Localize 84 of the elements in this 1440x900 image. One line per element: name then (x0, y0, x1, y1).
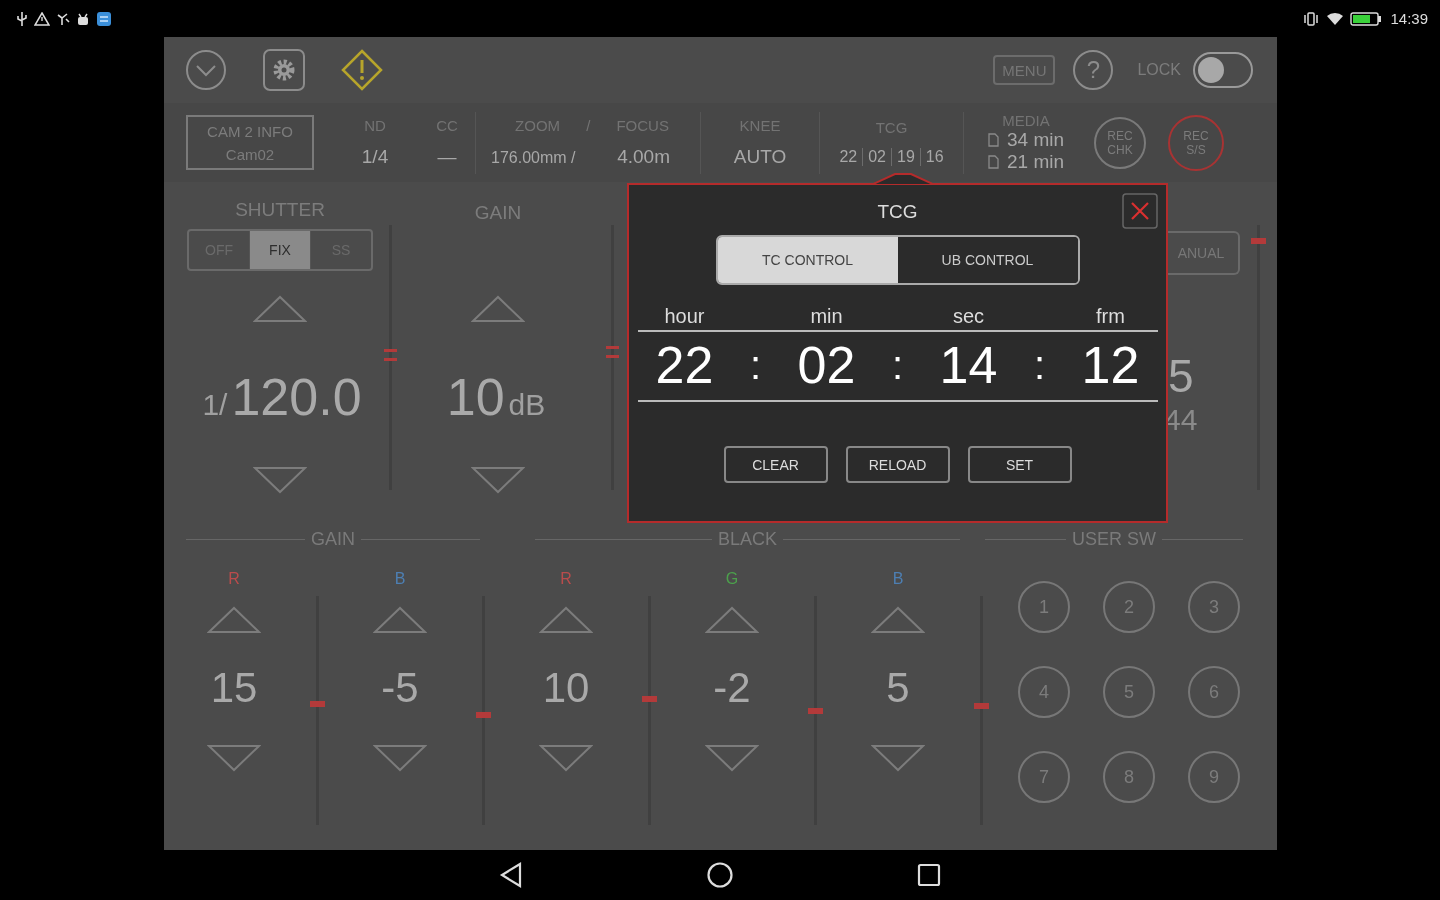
nd-value: 1/4 (361, 146, 389, 168)
channel-label: R (228, 570, 240, 588)
increase-button[interactable] (207, 606, 261, 634)
channel-label: B (892, 570, 904, 588)
shutter-mode-option[interactable]: FIX (249, 231, 310, 269)
channel-value: -5 (381, 664, 419, 712)
gain-value: 10 (446, 367, 505, 427)
decrease-button[interactable] (539, 744, 593, 772)
time-value[interactable]: 02 (780, 335, 873, 395)
focus-value: 4.00m (617, 146, 670, 168)
channel-value: -2 (713, 664, 751, 712)
battery-icon (1350, 11, 1383, 26)
slider-marker[interactable] (309, 700, 325, 707)
recents-button[interactable] (916, 862, 942, 888)
increase-button[interactable] (471, 295, 525, 323)
settings-button[interactable] (263, 49, 305, 91)
channel-label: R (560, 570, 572, 588)
decrease-button[interactable] (471, 466, 525, 494)
remaining-time: 34 min (1007, 129, 1064, 151)
help-button[interactable]: ? (1073, 50, 1114, 90)
slash-label: / (586, 117, 591, 134)
slider-marker[interactable] (475, 712, 491, 719)
dialog-action-button[interactable]: SET (967, 446, 1072, 483)
increase-button[interactable] (871, 606, 925, 634)
gain-unit: dB (508, 388, 546, 422)
control-tab[interactable]: TC CONTROL (717, 237, 898, 283)
increase-button[interactable] (373, 606, 427, 634)
dialog-title: TCG (877, 201, 918, 223)
time-separator: : (1032, 342, 1047, 388)
memory-card-icon (988, 133, 999, 147)
decrease-button[interactable] (253, 466, 307, 494)
back-button[interactable] (498, 861, 524, 889)
channel-value: 15 (210, 664, 258, 712)
timecode-value: 22 (838, 148, 859, 166)
warning-icon[interactable] (341, 49, 383, 91)
decrease-button[interactable] (207, 744, 261, 772)
time-value[interactable]: 22 (638, 335, 731, 395)
dialog-action-button[interactable]: RELOAD (845, 446, 950, 483)
wifi-icon (1326, 11, 1345, 26)
app-icon (96, 10, 112, 27)
home-button[interactable] (706, 861, 734, 889)
increase-button[interactable] (253, 295, 307, 323)
vibrate-icon (1302, 11, 1321, 26)
channel-value: 10 (542, 664, 590, 712)
channel-label: B (394, 570, 406, 588)
lock-toggle[interactable] (1193, 52, 1253, 88)
decrease-button[interactable] (871, 744, 925, 772)
remaining-time: 21 min (1007, 151, 1064, 173)
channel-value: 5 (886, 664, 910, 712)
close-button[interactable] (1122, 193, 1158, 229)
slider-marker[interactable] (973, 702, 989, 709)
slider-marker[interactable] (807, 707, 823, 714)
timecode-value: 02 (862, 148, 891, 166)
decrease-button[interactable] (705, 744, 759, 772)
time-value[interactable]: 14 (922, 335, 1015, 395)
slider-marker[interactable] (1250, 237, 1266, 244)
memory-card-icon (988, 155, 999, 169)
usb-icon (16, 10, 28, 27)
time-separator: : (748, 342, 763, 388)
timecode-value: 19 (891, 148, 920, 166)
timecode-value: 16 (919, 148, 949, 166)
robot-icon (76, 11, 90, 26)
slider-marker[interactable] (641, 696, 657, 703)
increase-button[interactable] (539, 606, 593, 634)
time-unit-label: frm (1095, 305, 1126, 328)
shutter-prefix: 1/ (202, 388, 228, 422)
channel-label: G (725, 570, 739, 588)
dialog-action-button[interactable]: CLEAR (723, 446, 828, 483)
time-unit-label: sec (951, 305, 986, 328)
time-value[interactable]: 12 (1064, 335, 1157, 395)
clock-time: 14:39 (1390, 10, 1428, 27)
cc-value: — (437, 146, 457, 168)
zoom-value: 176.00mm / (491, 149, 576, 167)
increase-button[interactable] (705, 606, 759, 634)
chevron-down-button[interactable] (185, 49, 227, 91)
warning-icon (34, 11, 50, 26)
knee-value: AUTO (733, 146, 787, 168)
partial-value: 5 (1168, 349, 1194, 403)
shutter-value: 120.0 (231, 367, 362, 427)
time-unit-label: min (809, 305, 844, 328)
antenna-icon (56, 11, 70, 26)
time-separator: : (890, 342, 905, 388)
decrease-button[interactable] (373, 744, 427, 772)
time-unit-label: hour (663, 305, 706, 328)
